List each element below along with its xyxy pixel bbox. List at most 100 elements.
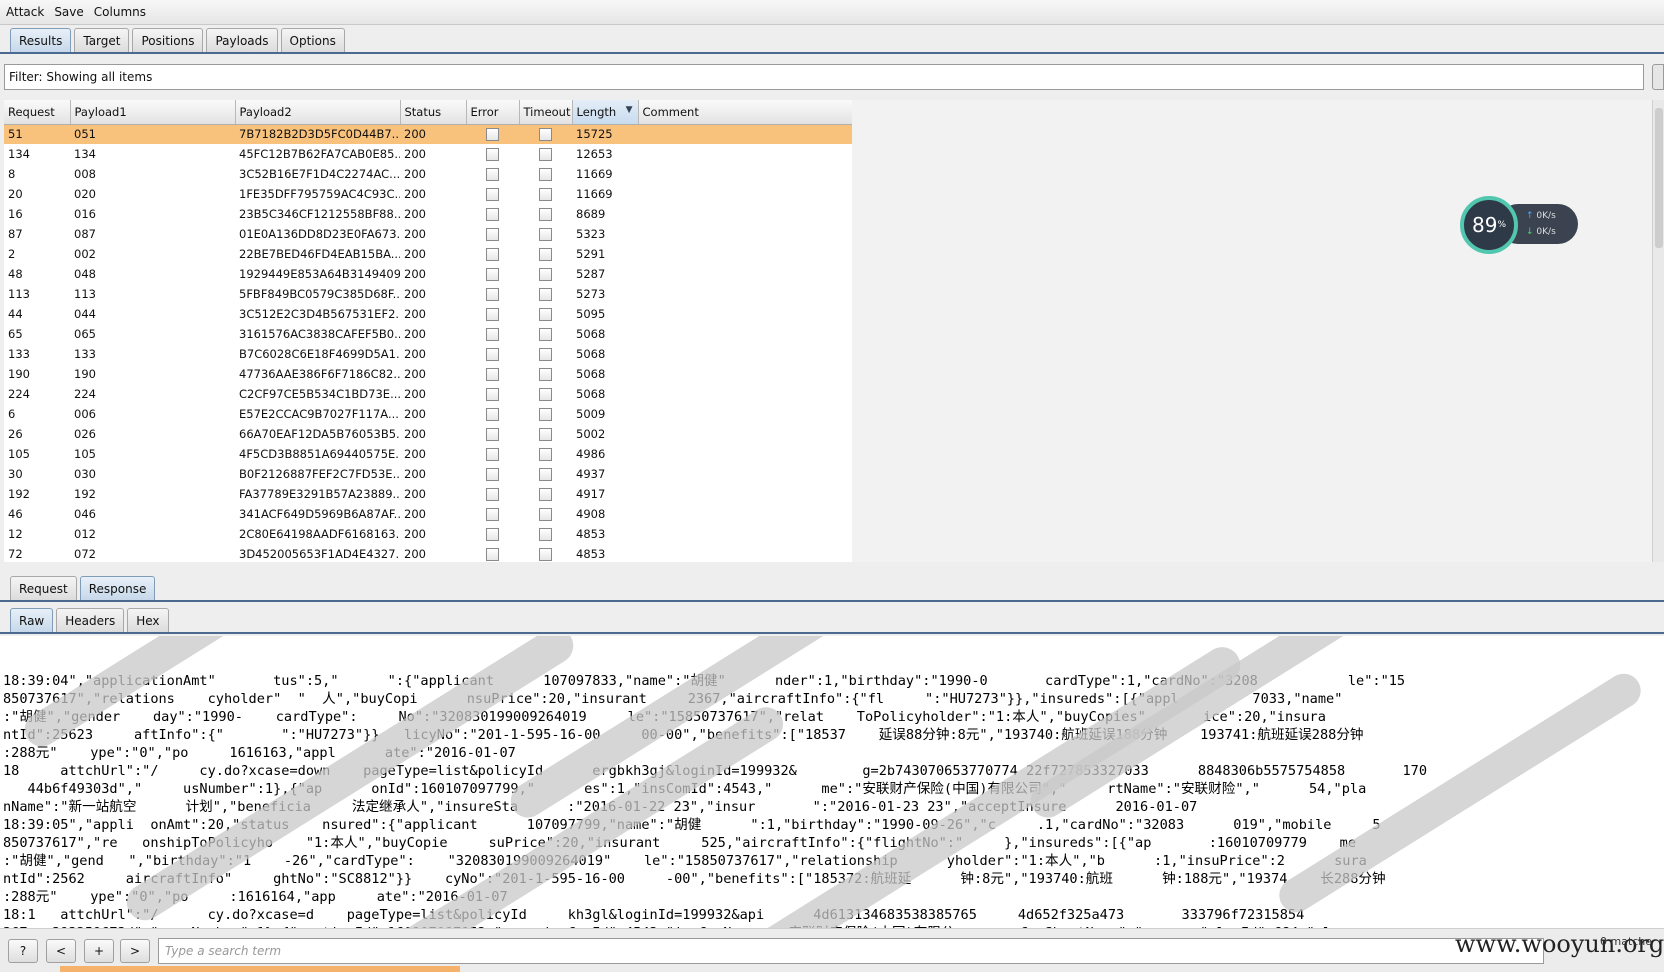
error-checkbox[interactable] xyxy=(486,308,499,321)
timeout-checkbox[interactable] xyxy=(539,308,552,321)
tab-raw[interactable]: Raw xyxy=(10,608,54,632)
timeout-checkbox[interactable] xyxy=(539,468,552,481)
timeout-checkbox[interactable] xyxy=(539,128,552,142)
tab-results[interactable]: Results xyxy=(10,28,72,52)
menu-attack[interactable]: Attack xyxy=(6,5,44,19)
error-checkbox[interactable] xyxy=(486,328,499,341)
timeout-checkbox[interactable] xyxy=(539,288,552,301)
timeout-checkbox[interactable] xyxy=(539,508,552,521)
menu-columns[interactable]: Columns xyxy=(94,5,146,19)
timeout-checkbox[interactable] xyxy=(539,188,552,201)
error-checkbox[interactable] xyxy=(486,468,499,481)
error-checkbox[interactable] xyxy=(486,148,499,161)
filter-help-button[interactable] xyxy=(1652,64,1664,90)
error-checkbox[interactable] xyxy=(486,288,499,301)
timeout-checkbox[interactable] xyxy=(539,448,552,461)
col-request[interactable]: Request xyxy=(4,100,71,125)
table-row[interactable]: 72 072 3D452005653F1AD4E4327... 200 4853 xyxy=(4,544,852,562)
prev-button[interactable]: < xyxy=(46,939,76,963)
timeout-checkbox[interactable] xyxy=(539,148,552,161)
response-body[interactable]: 18:39:04","applicationAmt" tus":5," ":{"… xyxy=(0,636,1664,928)
timeout-checkbox[interactable] xyxy=(539,368,552,381)
table-row[interactable]: 224 224 C2CF97CE5B534C1BD73E... 200 5068 xyxy=(4,384,852,404)
col-error[interactable]: Error xyxy=(466,100,520,125)
table-row[interactable]: 2 002 22BE7BED46FD4EAB15BA... 200 5291 xyxy=(4,244,852,264)
timeout-checkbox[interactable] xyxy=(539,528,552,541)
error-checkbox[interactable] xyxy=(486,548,499,561)
timeout-checkbox[interactable] xyxy=(539,348,552,361)
error-checkbox[interactable] xyxy=(486,128,499,142)
timeout-checkbox[interactable] xyxy=(539,248,552,261)
error-checkbox[interactable] xyxy=(486,508,499,521)
table-row[interactable]: 6 006 E57E2CCAC9B7027F117A... 200 5009 xyxy=(4,404,852,424)
timeout-checkbox[interactable] xyxy=(539,408,552,421)
cell-request: 87 xyxy=(8,227,23,241)
timeout-checkbox[interactable] xyxy=(539,328,552,341)
error-checkbox[interactable] xyxy=(486,428,499,441)
tab-response[interactable]: Response xyxy=(79,576,156,600)
table-row[interactable]: 113 113 5FBF849BC0579C385D68F... 200 5273 xyxy=(4,284,852,304)
add-button[interactable]: + xyxy=(84,939,114,963)
tab-request[interactable]: Request xyxy=(10,576,77,600)
table-row[interactable]: 8 008 3C52B16E7F1D4C2274AC... 200 11669 xyxy=(4,164,852,184)
network-monitor-widget[interactable]: 89% ↑ 0K/s ↓ 0K/s xyxy=(1460,196,1578,254)
table-row[interactable]: 65 065 3161576AC3838CAFEF5B0... 200 5068 xyxy=(4,324,852,344)
error-checkbox[interactable] xyxy=(486,388,499,401)
col-comment[interactable]: Comment xyxy=(638,100,852,125)
next-button[interactable]: > xyxy=(120,939,150,963)
error-checkbox[interactable] xyxy=(486,168,499,181)
col-length[interactable]: Length ▼ xyxy=(572,100,639,125)
table-row[interactable]: 51 051 7B7182B2D3D5FC0D44B7... 200 15725 xyxy=(4,124,852,144)
table-row[interactable]: 12 012 2C80E64198AADF6168163... 200 4853 xyxy=(4,524,852,544)
error-checkbox[interactable] xyxy=(486,268,499,281)
timeout-checkbox[interactable] xyxy=(539,168,552,181)
timeout-checkbox[interactable] xyxy=(539,488,552,501)
tab-options[interactable]: Options xyxy=(280,28,345,52)
menu-save[interactable]: Save xyxy=(54,5,83,19)
col-timeout[interactable]: Timeout xyxy=(519,100,573,125)
table-row[interactable]: 134 134 45FC12B7B62FA7CAB0E85... 200 12653 xyxy=(4,144,852,164)
col-status[interactable]: Status xyxy=(400,100,467,125)
timeout-checkbox[interactable] xyxy=(539,208,552,221)
error-checkbox[interactable] xyxy=(486,408,499,421)
table-row[interactable]: 26 026 66A70EAF12DA5B76053B5... 200 5002 xyxy=(4,424,852,444)
table-row[interactable]: 46 046 341ACF649D5969B6A87AF... 200 4908 xyxy=(4,504,852,524)
table-row[interactable]: 30 030 B0F2126887FEF2C7FD53E... 200 4937 xyxy=(4,464,852,484)
filter-bar[interactable]: Filter: Showing all items xyxy=(4,64,1644,90)
error-checkbox[interactable] xyxy=(486,488,499,501)
table-row[interactable]: 20 020 1FE35DFF795759AC4C93C... 200 11669 xyxy=(4,184,852,204)
search-input[interactable]: Type a search term xyxy=(158,938,1544,964)
table-row[interactable]: 48 048 1929449E853A64B3149409... 200 5287 xyxy=(4,264,852,284)
col-payload2[interactable]: Payload2 xyxy=(235,100,401,125)
table-row[interactable]: 190 190 47736AAE386F6F7186C82... 200 5068 xyxy=(4,364,852,384)
col-payload1[interactable]: Payload1 xyxy=(70,100,236,125)
timeout-checkbox[interactable] xyxy=(539,548,552,561)
table-row[interactable]: 44 044 3C512E2C3D4B567531EF2... 200 5095 xyxy=(4,304,852,324)
scrollbar-thumb[interactable] xyxy=(1655,108,1663,248)
error-checkbox[interactable] xyxy=(486,448,499,461)
timeout-checkbox[interactable] xyxy=(539,228,552,241)
error-checkbox[interactable] xyxy=(486,348,499,361)
error-checkbox[interactable] xyxy=(486,208,499,221)
table-scrollbar[interactable] xyxy=(1652,100,1664,562)
error-checkbox[interactable] xyxy=(486,228,499,241)
timeout-checkbox[interactable] xyxy=(539,268,552,281)
table-row[interactable]: 16 016 23B5C346CF1212558BF88... 200 8689 xyxy=(4,204,852,224)
error-checkbox[interactable] xyxy=(486,248,499,261)
error-checkbox[interactable] xyxy=(486,368,499,381)
cell-error xyxy=(466,484,519,504)
tab-headers[interactable]: Headers xyxy=(56,608,125,632)
tab-hex[interactable]: Hex xyxy=(127,608,169,632)
error-checkbox[interactable] xyxy=(486,188,499,201)
tab-target[interactable]: Target xyxy=(74,28,130,52)
timeout-checkbox[interactable] xyxy=(539,388,552,401)
timeout-checkbox[interactable] xyxy=(539,428,552,441)
tab-positions[interactable]: Positions xyxy=(132,28,204,52)
table-row[interactable]: 87 087 01E0A136DD8D23E0FA673... 200 5323 xyxy=(4,224,852,244)
error-checkbox[interactable] xyxy=(486,528,499,541)
table-row[interactable]: 192 192 FA37789E3291B57A23889... 200 4917 xyxy=(4,484,852,504)
table-row[interactable]: 105 105 4F5CD3B8851A69440575E... 200 4986 xyxy=(4,444,852,464)
tab-payloads[interactable]: Payloads xyxy=(206,28,278,52)
help-button[interactable]: ? xyxy=(8,939,38,963)
table-row[interactable]: 133 133 B7C6028C6E18F4699D5A1... 200 5068 xyxy=(4,344,852,364)
